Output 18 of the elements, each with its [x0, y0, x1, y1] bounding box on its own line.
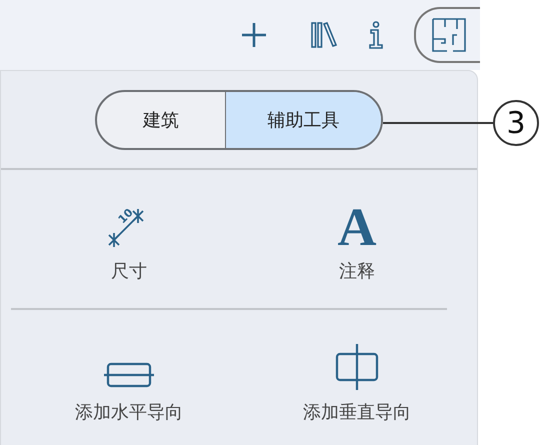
callout-number: 3 — [493, 100, 539, 146]
floor-plan-button[interactable] — [414, 7, 480, 63]
info-button[interactable] — [368, 21, 384, 49]
tool-button[interactable]: 添加水平导向 — [1, 310, 257, 445]
segment-tab[interactable]: 辅助工具 — [225, 92, 381, 148]
letter-icon: A — [338, 205, 376, 249]
tool-button[interactable]: 添加垂直导向 — [257, 310, 457, 445]
tool-button[interactable]: 10 尺寸 — [1, 170, 257, 308]
add-button[interactable] — [240, 21, 268, 49]
library-button[interactable] — [310, 21, 338, 49]
info-icon — [368, 21, 384, 49]
floor-plan-icon — [431, 17, 467, 53]
books-icon — [310, 21, 338, 49]
vertical-guide-icon — [335, 344, 379, 390]
segment-tab[interactable]: 建筑 — [97, 92, 225, 148]
tool-button[interactable]: A 注释 — [257, 170, 457, 308]
horizontal-guide-icon — [103, 360, 155, 390]
plus-icon — [240, 21, 268, 49]
